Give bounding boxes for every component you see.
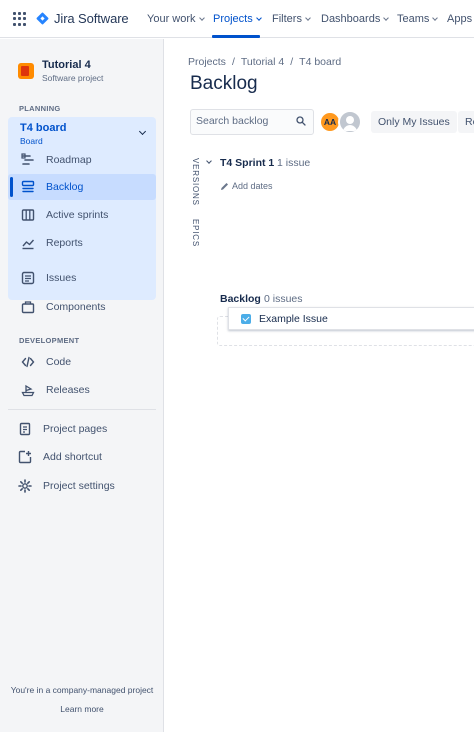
nav-label: Projects — [213, 13, 253, 25]
backlog-issue-count: 0 issues — [264, 293, 303, 305]
breadcrumb: Projects / Tutorial 4 / T4 board — [188, 56, 341, 68]
issues-icon — [20, 270, 36, 286]
sidebar-item-backlog[interactable]: Backlog — [8, 174, 156, 200]
nav-your-work[interactable]: Your work — [147, 13, 205, 25]
chevron-down-icon — [383, 15, 390, 21]
add-dates-label: Add dates — [232, 181, 273, 191]
add-shortcut-icon — [17, 449, 33, 465]
sidebar-item-label: Issues — [46, 272, 77, 284]
jira-logo[interactable]: Jira Software — [36, 11, 129, 26]
sidebar-item-label: Roadmap — [46, 154, 92, 166]
pencil-icon — [221, 182, 228, 190]
sidebar-item-label: Reports — [46, 237, 83, 249]
search-icon — [296, 116, 306, 126]
project-type: Software project — [42, 73, 104, 83]
chevron-down-icon — [198, 15, 205, 21]
board-title[interactable]: T4 board — [20, 122, 66, 134]
jira-logo-icon — [36, 12, 50, 26]
project-type-note: You're in a company-managed project — [10, 685, 154, 695]
nav-label: Apps — [447, 13, 473, 25]
nav-filters[interactable]: Filters — [272, 13, 311, 25]
active-sprints-icon — [20, 207, 36, 223]
nav-teams[interactable]: Teams — [397, 13, 439, 25]
code-icon — [20, 354, 36, 370]
planning-section-label: PLANNING — [19, 104, 61, 113]
backlog-title: Backlog — [220, 293, 261, 305]
sidebar-item-label: Active sprints — [46, 209, 109, 221]
sidebar-item-project-pages[interactable]: Project pages — [5, 416, 153, 442]
nav-dashboards[interactable]: Dashboards — [321, 13, 390, 25]
versions-panel-toggle[interactable]: VERSIONS — [191, 158, 200, 206]
top-navigation: Jira Software Your work Projects Filters… — [0, 0, 474, 38]
chevron-down-icon — [255, 15, 262, 21]
chevron-down-icon[interactable] — [206, 158, 212, 164]
pages-icon — [17, 421, 33, 437]
project-name[interactable]: Tutorial 4 — [42, 59, 91, 71]
issue-card[interactable]: Example Issue — [228, 307, 474, 330]
user-icon — [343, 116, 357, 131]
nav-label: Dashboards — [321, 13, 381, 25]
add-dates-button[interactable]: Add dates — [220, 181, 273, 191]
sidebar-item-label: Project pages — [43, 423, 108, 435]
components-icon — [20, 299, 36, 315]
only-my-issues-button[interactable]: Only My Issues — [371, 111, 457, 133]
project-avatar — [18, 63, 34, 79]
epics-panel-toggle[interactable]: EPICS — [191, 219, 200, 247]
sprint-title: T4 Sprint 1 — [220, 157, 275, 169]
search-input[interactable] — [191, 110, 291, 132]
recently-updated-button[interactable]: Re — [458, 111, 474, 133]
sidebar-item-project-settings[interactable]: Project settings — [5, 473, 153, 499]
sidebar-item-code[interactable]: Code — [8, 349, 156, 375]
unassigned-avatar[interactable] — [338, 110, 362, 134]
sprint-issue-count: 1 issue — [277, 157, 311, 169]
nav-projects[interactable]: Projects — [213, 13, 262, 25]
roadmap-icon — [20, 152, 36, 168]
issue-summary: Example Issue — [259, 312, 328, 325]
app-name: Jira Software — [54, 11, 129, 26]
breadcrumb-projects[interactable]: Projects — [188, 56, 226, 68]
sidebar-divider — [8, 409, 156, 410]
breadcrumb-separator: / — [290, 56, 294, 68]
app-switcher-icon[interactable] — [13, 12, 27, 26]
active-nav-indicator — [212, 35, 260, 38]
nav-apps[interactable]: Apps — [447, 13, 472, 25]
sidebar-item-label: Project settings — [43, 480, 115, 492]
breadcrumb-separator: / — [231, 56, 235, 68]
sidebar-item-active-sprints[interactable]: Active sprints — [8, 202, 156, 228]
sidebar-item-label: Releases — [46, 384, 90, 396]
sidebar-item-label: Components — [46, 301, 106, 313]
nav-label: Filters — [272, 13, 302, 25]
chevron-down-icon — [432, 15, 439, 21]
sidebar-item-label: Backlog — [46, 181, 84, 193]
search-backlog — [190, 109, 314, 135]
chevron-down-icon — [305, 15, 311, 21]
sidebar-item-label: Code — [46, 356, 72, 368]
nav-label: Your work — [147, 13, 196, 25]
releases-icon — [20, 382, 36, 398]
gear-icon — [17, 478, 33, 494]
backlog-icon — [20, 179, 36, 195]
chevron-down-icon[interactable] — [138, 127, 147, 136]
learn-more-link[interactable]: Learn more — [0, 704, 164, 714]
board-subtitle: Board — [20, 136, 43, 146]
sidebar-item-releases[interactable]: Releases — [8, 377, 156, 403]
breadcrumb-project[interactable]: Tutorial 4 — [241, 56, 284, 68]
nav-label: Teams — [397, 13, 430, 25]
breadcrumb-board[interactable]: T4 board — [299, 56, 341, 68]
sidebar-item-add-shortcut[interactable]: Add shortcut — [5, 444, 153, 470]
selected-indicator — [10, 177, 13, 197]
sidebar-item-components[interactable]: Components — [8, 294, 156, 320]
development-section-label: DEVELOPMENT — [19, 336, 80, 345]
sidebar-item-issues[interactable]: Issues — [8, 265, 156, 291]
sidebar-item-label: Add shortcut — [43, 451, 102, 463]
page-title: Backlog — [190, 73, 258, 94]
reports-icon — [20, 235, 36, 251]
sidebar-item-reports[interactable]: Reports — [8, 230, 156, 256]
task-type-icon — [241, 313, 251, 324]
project-sidebar: Tutorial 4 Software project PLANNING T4 … — [0, 39, 164, 732]
sidebar-item-roadmap[interactable]: Roadmap — [8, 147, 156, 173]
